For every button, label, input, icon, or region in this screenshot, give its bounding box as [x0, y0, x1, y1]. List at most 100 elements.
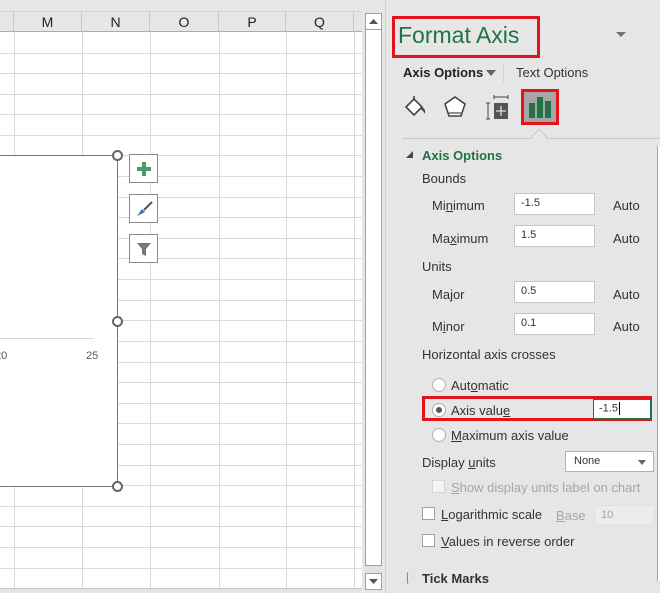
gridline-horizontal	[0, 73, 362, 74]
effects-icon	[444, 96, 466, 117]
column-header-Q[interactable]: Q	[286, 12, 354, 32]
vertical-scrollbar[interactable]	[365, 13, 382, 590]
paintbrush-icon	[136, 200, 153, 216]
section-tick-marks-heading[interactable]: Tick Marks	[422, 571, 489, 586]
column-header-P[interactable]: P	[219, 12, 286, 32]
horizontal-axis-crosses-label: Horizontal axis crosses	[422, 347, 556, 362]
major-auto-button[interactable]: Auto	[613, 287, 640, 302]
log-base-input[interactable]: 10	[594, 505, 655, 525]
maximum-label: Maximum	[432, 231, 489, 246]
arrow-down-icon	[369, 579, 378, 584]
values-in-reverse-order-label[interactable]: Values in reverse order	[441, 534, 574, 549]
column-header-R[interactable]	[354, 12, 362, 32]
maximum-axis-value-radio[interactable]	[432, 428, 446, 442]
automatic-radio-label[interactable]: Automatic	[451, 378, 509, 393]
axis-options-icon	[529, 97, 551, 118]
gridline-horizontal	[0, 53, 362, 54]
excel-window: M N O P Q 20 25	[0, 0, 660, 593]
axis-value-input[interactable]: -1.5	[593, 399, 651, 419]
chevron-down-icon[interactable]	[486, 70, 496, 76]
axis-value-radio[interactable]	[432, 403, 446, 417]
gridline-horizontal	[0, 526, 362, 527]
minor-label: Minor	[432, 319, 465, 334]
gridline-vertical	[354, 32, 355, 592]
gridline-horizontal	[0, 114, 362, 115]
units-label: Units	[422, 259, 452, 274]
minor-unit-input[interactable]: 0.1	[514, 313, 595, 335]
display-units-label: Display units	[422, 455, 496, 470]
maximum-auto-button[interactable]: Auto	[613, 231, 640, 246]
logarithmic-scale-checkbox[interactable]	[422, 507, 435, 520]
size-properties-icon	[486, 95, 509, 120]
filter-icon	[136, 242, 151, 256]
format-axis-pane: Format Axis Axis Options Text Options Ax…	[385, 0, 660, 593]
column-header-O[interactable]: O	[150, 12, 219, 32]
sheet-bottom-edge	[0, 588, 362, 593]
chart-area[interactable]: 20 25	[0, 155, 118, 487]
gridline-horizontal	[0, 568, 362, 569]
horizontal-axis-line	[0, 338, 94, 339]
collapse-triangle-icon[interactable]	[406, 151, 413, 158]
chart-styles-button[interactable]	[129, 194, 158, 223]
base-label: Base	[556, 508, 586, 523]
column-header-L[interactable]	[0, 12, 14, 32]
chart-filters-button[interactable]	[129, 234, 158, 263]
pane-options-dropdown[interactable]	[616, 32, 626, 37]
axis-value-radio-label[interactable]: Axis value	[451, 403, 510, 418]
minimum-input[interactable]: -1.5	[514, 193, 595, 215]
minor-auto-button[interactable]: Auto	[613, 319, 640, 334]
text-cursor	[618, 402, 620, 415]
display-units-value: None	[574, 455, 601, 467]
formula-bar-edge	[0, 0, 362, 12]
major-unit-input[interactable]: 0.5	[514, 281, 595, 303]
x-tick-label: 25	[86, 350, 99, 362]
gridline-horizontal	[0, 547, 362, 548]
display-units-select[interactable]: None	[565, 451, 654, 472]
gridline-vertical	[286, 32, 287, 592]
tab-separator	[503, 64, 504, 82]
resize-handle-top-right[interactable]	[112, 150, 123, 161]
x-tick-label: 20	[0, 350, 8, 362]
section-axis-options-heading[interactable]: Axis Options	[422, 148, 502, 163]
scroll-up-button[interactable]	[365, 13, 382, 30]
scroll-down-button[interactable]	[365, 573, 382, 590]
axis-value-text: -1.5	[599, 402, 618, 415]
gridline-horizontal	[0, 135, 362, 136]
column-header-N[interactable]: N	[82, 12, 150, 32]
automatic-radio[interactable]	[432, 378, 446, 392]
worksheet[interactable]: M N O P Q 20 25	[0, 0, 362, 593]
tab-text-options[interactable]: Text Options	[516, 65, 588, 80]
size-properties-button[interactable]	[482, 92, 512, 122]
show-display-units-label-text: Show display units label on chart	[451, 480, 641, 495]
arrow-up-icon	[369, 19, 378, 24]
chevron-down-icon	[638, 460, 646, 465]
gridline-horizontal	[0, 506, 362, 507]
maximum-axis-value-radio-label[interactable]: Maximum axis value	[451, 428, 569, 443]
values-in-reverse-order-checkbox[interactable]	[422, 534, 435, 547]
pane-title: Format Axis	[398, 22, 520, 48]
gridline-vertical	[150, 32, 151, 592]
column-label: P	[247, 14, 257, 30]
bounds-label: Bounds	[422, 171, 467, 186]
axis-options-button[interactable]	[521, 89, 559, 125]
resize-handle-right[interactable]	[112, 316, 123, 327]
effects-button[interactable]	[440, 92, 470, 122]
column-label: Q	[314, 14, 325, 30]
column-header-M[interactable]: M	[14, 12, 82, 32]
maximum-input[interactable]: 1.5	[514, 225, 595, 247]
gridline-vertical	[219, 32, 220, 592]
plus-icon	[136, 161, 151, 176]
show-display-units-label-checkbox[interactable]	[432, 480, 445, 493]
tab-axis-options[interactable]: Axis Options	[403, 65, 483, 80]
minimum-auto-button[interactable]: Auto	[613, 198, 640, 213]
chart-elements-button[interactable]	[129, 154, 158, 183]
logarithmic-scale-label[interactable]: Logarithmic scale	[441, 507, 542, 522]
column-label: N	[110, 14, 121, 30]
minimum-label: Minimum	[432, 198, 485, 213]
fill-line-icon	[404, 96, 426, 117]
expand-triangle-fill	[408, 573, 414, 583]
scroll-thumb[interactable]	[365, 29, 382, 566]
resize-handle-bottom-right[interactable]	[112, 481, 123, 492]
column-label: O	[178, 14, 190, 30]
fill-line-button[interactable]	[400, 92, 430, 122]
